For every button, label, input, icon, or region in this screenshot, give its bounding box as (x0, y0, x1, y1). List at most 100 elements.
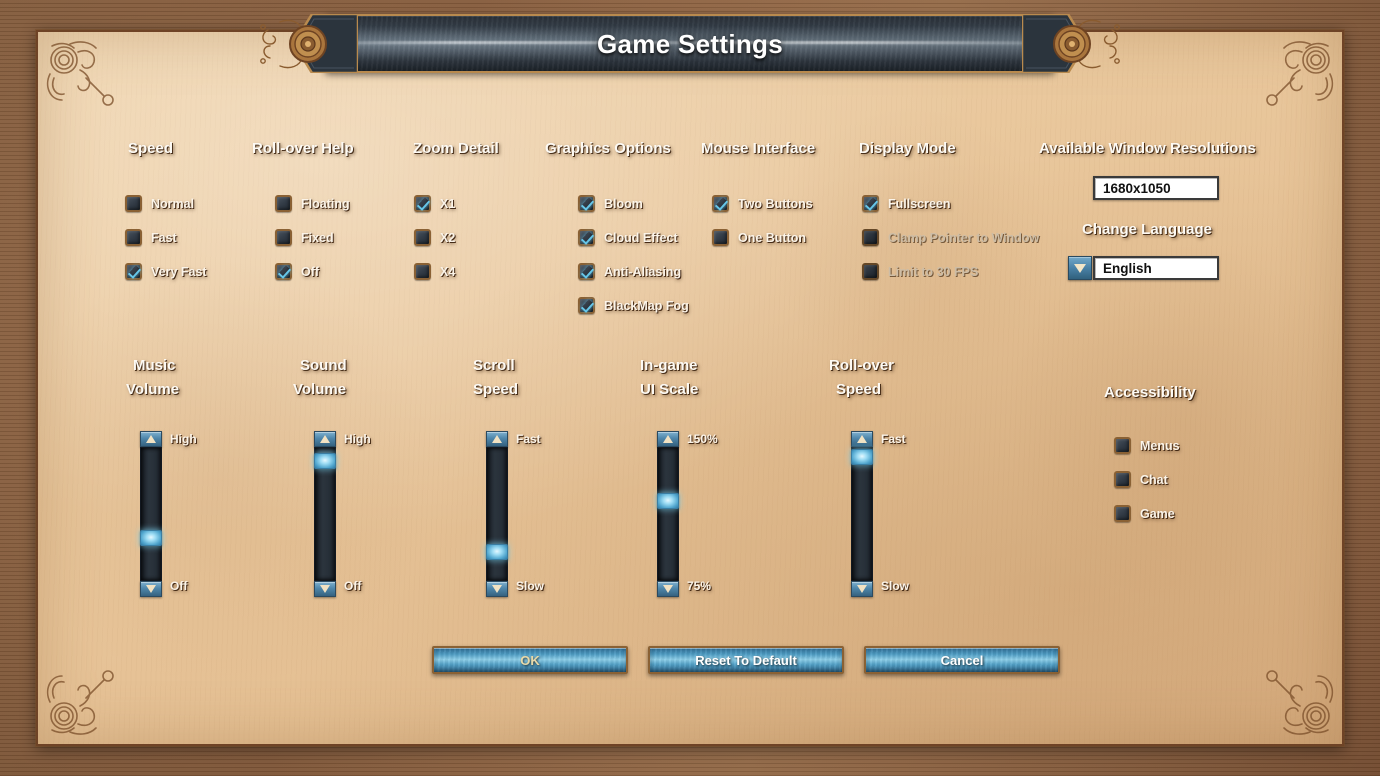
slider-down-button[interactable] (657, 581, 679, 597)
checkbox-display-fullscreen[interactable]: Fullscreen (862, 195, 951, 212)
heading-mouse-interface: Mouse Interface (701, 140, 816, 157)
checkbox-graphics-anti-aliasing[interactable]: Anti-Aliasing (578, 263, 681, 280)
slider-down-button[interactable] (851, 581, 873, 597)
language-field[interactable]: English (1093, 256, 1219, 280)
cancel-button[interactable]: Cancel (864, 646, 1060, 674)
checkbox-mouse-one-button[interactable]: One Button (712, 229, 806, 246)
language-dropdown-button[interactable] (1068, 256, 1092, 280)
slider-top-label: 150% (687, 432, 718, 446)
heading-music-volume-l1: Music (133, 357, 176, 374)
checkbox-label: Bloom (604, 196, 643, 211)
triangle-up-icon (663, 435, 673, 443)
checkbox-accessibility-game[interactable]: Game (1114, 505, 1175, 522)
checkbox-label: X1 (440, 196, 456, 211)
heading-display-mode: Display Mode (859, 140, 956, 157)
heading-ui-scale-l1: In-game (640, 357, 698, 374)
check-icon (862, 229, 879, 246)
slider-thumb[interactable] (851, 449, 873, 465)
heading-language: Change Language (1082, 221, 1213, 238)
checkbox-speed-normal[interactable]: Normal (125, 195, 194, 212)
checkbox-graphics-blackmap-fog[interactable]: BlackMap Fog (578, 297, 689, 314)
check-icon (862, 263, 879, 280)
checkbox-speed-fast[interactable]: Fast (125, 229, 177, 246)
slider-track[interactable] (140, 447, 162, 581)
slider-up-button[interactable] (657, 431, 679, 447)
heading-graphics-options: Graphics Options (545, 140, 671, 157)
slider-sound-volume[interactable]: High Off (314, 431, 371, 597)
triangle-down-icon (320, 585, 330, 593)
slider-top-label: High (344, 432, 371, 446)
heading-accessibility: Accessibility (1104, 384, 1196, 401)
checkbox-zoom-x1[interactable]: X1 (414, 195, 455, 212)
checkbox-label: Menus (1140, 438, 1180, 453)
resolution-field[interactable]: 1680x1050 (1093, 176, 1219, 200)
check-icon (712, 195, 729, 212)
checkbox-zoom-x2[interactable]: X2 (414, 229, 455, 246)
check-icon (1114, 505, 1131, 522)
slider-music-volume[interactable]: High Off (140, 431, 197, 597)
title-banner: Game Settings (260, 8, 1120, 80)
check-icon (125, 229, 142, 246)
heading-scroll-speed-l1: Scroll (473, 357, 515, 374)
slider-thumb[interactable] (140, 530, 162, 546)
checkbox-display-clamp-pointer[interactable]: Clamp Pointer to Window (862, 229, 1039, 246)
slider-up-button[interactable] (486, 431, 508, 447)
checkbox-label: Off (301, 264, 320, 279)
slider-down-button[interactable] (486, 581, 508, 597)
check-icon (125, 195, 142, 212)
slider-down-button[interactable] (140, 581, 162, 597)
heading-scroll-speed-l2: Speed (473, 381, 519, 398)
heading-resolutions: Available Window Resolutions (1039, 140, 1256, 157)
slider-track[interactable] (314, 447, 336, 581)
checkbox-rollover-off[interactable]: Off (275, 263, 319, 280)
slider-thumb[interactable] (657, 493, 679, 509)
checkbox-accessibility-chat[interactable]: Chat (1114, 471, 1168, 488)
checkbox-graphics-cloud-effect[interactable]: Cloud Effect (578, 229, 678, 246)
check-icon (578, 229, 595, 246)
checkbox-rollover-fixed[interactable]: Fixed (275, 229, 334, 246)
checkbox-label: Very Fast (151, 264, 207, 279)
heading-rollover-help: Roll-over Help (252, 140, 354, 157)
chevron-down-icon (1074, 263, 1086, 273)
checkbox-label: Cloud Effect (604, 230, 678, 245)
slider-scroll-speed[interactable]: Fast Slow (486, 431, 544, 597)
heading-sound-volume-l2: Volume (293, 381, 347, 398)
checkbox-label: Normal (151, 196, 195, 211)
check-icon (578, 263, 595, 280)
slider-top-label: High (170, 432, 197, 446)
slider-track[interactable] (486, 447, 508, 581)
slider-bottom-label: Slow (516, 579, 545, 593)
checkbox-label: Game (1140, 506, 1175, 521)
check-icon (1114, 437, 1131, 454)
slider-thumb[interactable] (486, 544, 508, 560)
medallion-ornament-icon (1038, 12, 1120, 76)
checkbox-label: Limit to 30 FPS (888, 264, 979, 279)
checkbox-graphics-bloom[interactable]: Bloom (578, 195, 643, 212)
checkbox-rollover-floating[interactable]: Floating (275, 195, 350, 212)
triangle-down-icon (663, 585, 673, 593)
slider-up-button[interactable] (314, 431, 336, 447)
checkbox-speed-very-fast[interactable]: Very Fast (125, 263, 207, 280)
checkbox-mouse-two-buttons[interactable]: Two Buttons (712, 195, 813, 212)
check-icon (414, 229, 431, 246)
checkbox-display-limit-30fps[interactable]: Limit to 30 FPS (862, 263, 978, 280)
slider-up-button[interactable] (851, 431, 873, 447)
checkbox-accessibility-menus[interactable]: Menus (1114, 437, 1180, 454)
slider-track[interactable] (657, 447, 679, 581)
checkbox-label: Clamp Pointer to Window (888, 230, 1040, 245)
slider-rollover-speed[interactable]: Fast Slow (851, 431, 909, 597)
slider-bottom-label: Off (170, 579, 188, 593)
slider-ui-scale[interactable]: 150% 75% (657, 431, 718, 597)
slider-down-button[interactable] (314, 581, 336, 597)
checkbox-zoom-x4[interactable]: X4 (414, 263, 455, 280)
settings-content: Speed Roll-over Help Zoom Detail Graphic… (0, 0, 1380, 776)
slider-thumb[interactable] (314, 453, 336, 469)
slider-track[interactable] (851, 447, 873, 581)
heading-speed: Speed (128, 140, 174, 157)
check-icon (578, 297, 595, 314)
reset-to-default-button[interactable]: Reset To Default (648, 646, 844, 674)
check-icon (275, 229, 292, 246)
slider-up-button[interactable] (140, 431, 162, 447)
slider-top-label: Fast (881, 432, 906, 446)
ok-button[interactable]: OK (432, 646, 628, 674)
